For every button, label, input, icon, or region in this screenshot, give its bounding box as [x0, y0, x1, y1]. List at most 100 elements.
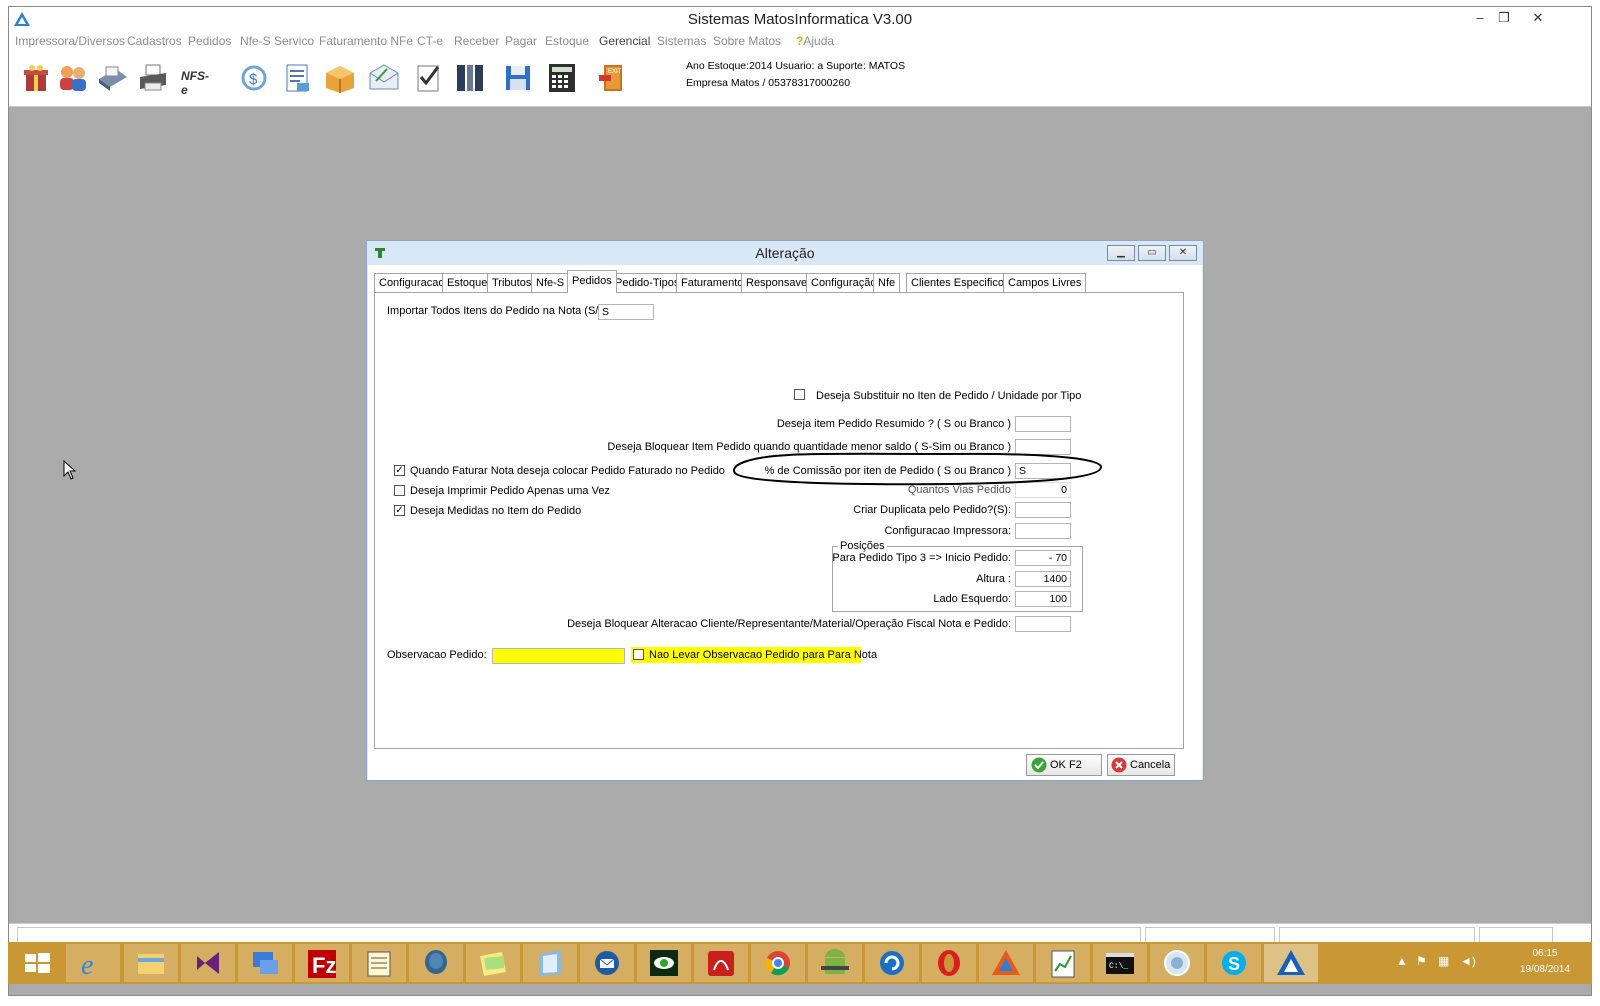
globe-icon[interactable] — [1150, 944, 1204, 982]
printer-icon[interactable] — [136, 61, 170, 95]
nfse-icon[interactable]: NFS-e — [181, 69, 215, 103]
postgresql-icon[interactable] — [409, 944, 463, 982]
visual-studio-icon[interactable] — [181, 944, 235, 982]
thunderbird-icon[interactable] — [580, 944, 634, 982]
filezilla-icon[interactable]: Fz — [295, 944, 349, 982]
quando-faturar-checkbox[interactable]: ✓ — [394, 465, 405, 476]
gift-icon[interactable] — [19, 61, 53, 95]
mail-icon[interactable] — [367, 61, 401, 95]
menu-ajuda[interactable]: ?Ajuda — [796, 34, 834, 48]
svg-text:Fz: Fz — [312, 953, 336, 978]
alteracao-dialog: Alteração ▁ ▭ ✕ Configuracao Estoque Tri… — [366, 240, 1204, 781]
document-icon[interactable] — [281, 61, 315, 95]
word-icon[interactable] — [523, 944, 577, 982]
tab-responsavel[interactable]: Responsavel — [741, 273, 815, 293]
tab-tributos[interactable]: Tributos — [487, 273, 537, 293]
menu-gerencial[interactable]: Gerencial — [599, 34, 650, 48]
bloquear-alteracao-input[interactable] — [1015, 616, 1071, 632]
skype-icon[interactable]: S — [1207, 944, 1261, 982]
notepad-icon[interactable] — [352, 944, 406, 982]
users-icon[interactable] — [56, 61, 90, 95]
altura-input[interactable]: 1400 — [1015, 571, 1071, 587]
tab-nfe-s[interactable]: Nfe-S — [531, 273, 570, 293]
duplicata-input[interactable] — [1015, 502, 1071, 518]
network-icon[interactable]: ▦ — [1438, 954, 1449, 968]
svg-text:S: S — [1228, 954, 1240, 974]
refresh-app-icon[interactable] — [865, 944, 919, 982]
chrome-icon[interactable] — [751, 944, 805, 982]
config-impressora-label: Configuracao Impressora: — [884, 525, 1011, 537]
tab-configuracao[interactable]: Configuracao — [374, 273, 450, 293]
dialog-body: Configuracao Estoque Tributos Nfe-S Pedi… — [368, 265, 1202, 780]
menu-impressora[interactable]: Impressora/Diversos — [15, 34, 125, 48]
medidas-check-mark: ✓ — [395, 505, 404, 516]
package-icon[interactable] — [323, 61, 357, 95]
menu-receber[interactable]: Receber — [454, 34, 499, 48]
menu-cte[interactable]: CT-e — [417, 34, 443, 48]
ok-button[interactable]: OK F2 — [1026, 754, 1102, 776]
dialog-minimize-button[interactable]: ▁ — [1107, 245, 1135, 261]
tab-campos-livres[interactable]: Campos Livres — [1003, 273, 1087, 293]
flag-icon[interactable]: ⚑ — [1416, 954, 1427, 968]
scanner-icon[interactable] — [96, 61, 130, 95]
tipo3-input[interactable]: - 70 — [1015, 550, 1071, 566]
windows-start-icon[interactable] — [10, 944, 64, 982]
tab-faturamento[interactable]: Faturamento — [676, 273, 749, 293]
menu-pagar[interactable]: Pagar — [505, 34, 537, 48]
android-icon[interactable] — [808, 944, 862, 982]
altura-label: Altura : — [976, 573, 1011, 585]
menu-sistemas[interactable]: Sistemas — [657, 34, 706, 48]
file-explorer-icon[interactable] — [124, 944, 178, 982]
menu-nfe-servico[interactable]: Nfe-S Servico — [240, 34, 314, 48]
matos-app-icon[interactable] — [979, 944, 1033, 982]
tools-icon[interactable] — [453, 61, 487, 95]
eye-app-icon[interactable] — [637, 944, 691, 982]
menu-pedidos[interactable]: Pedidos — [188, 34, 231, 48]
imprimir-checkbox[interactable] — [394, 485, 405, 496]
checklist-icon[interactable] — [411, 61, 445, 95]
chart-app-icon[interactable] — [1036, 944, 1090, 982]
tab-clientes-especificos[interactable]: Clientes Especificos — [906, 273, 1015, 293]
nao-levar-checkbox[interactable] — [633, 649, 644, 660]
svg-text:$: $ — [249, 71, 258, 88]
close-button[interactable]: ✕ — [1523, 7, 1553, 29]
config-impressora-input[interactable] — [1015, 523, 1071, 539]
dollar-icon[interactable]: $ — [237, 61, 271, 95]
dialog-maximize-button[interactable]: ▭ — [1138, 245, 1166, 261]
cmd-icon[interactable]: C:\_ — [1093, 944, 1147, 982]
tab-estoque[interactable]: Estoque — [442, 273, 493, 293]
remote-desktop-icon[interactable] — [238, 944, 292, 982]
opera-icon[interactable] — [922, 944, 976, 982]
annotation-ellipse — [732, 452, 1103, 486]
save-icon[interactable] — [501, 61, 535, 95]
exit-icon[interactable]: EXIT — [595, 61, 629, 95]
menu-cadastros[interactable]: Cadastros — [127, 34, 182, 48]
medidas-checkbox[interactable]: ✓ — [394, 505, 405, 516]
acrobat-icon[interactable] — [694, 944, 748, 982]
lado-input[interactable]: 100 — [1015, 591, 1071, 607]
restore-button[interactable]: ❐ — [1489, 7, 1519, 29]
menu-sobre[interactable]: Sobre Matos — [713, 34, 781, 48]
substituir-checkbox[interactable] — [794, 389, 805, 400]
menu-estoque[interactable]: Estoque — [545, 34, 589, 48]
clock-date: 19/08/2014 — [1519, 964, 1570, 975]
tipo3-label: Para Pedido Tipo 3 => Inicio Pedido: — [832, 552, 1011, 564]
matos-active-icon[interactable] — [1264, 944, 1318, 982]
clock[interactable]: 06:15 19/08/2014 — [1520, 946, 1570, 978]
tab-nfe[interactable]: Nfe — [873, 273, 901, 293]
tab-configuracao-2[interactable]: Configuração — [806, 273, 882, 293]
menu-faturamento[interactable]: Faturamento NFe — [319, 34, 413, 48]
observacao-input[interactable] — [492, 648, 625, 664]
sticky-notes-icon[interactable] — [466, 944, 520, 982]
internet-explorer-icon[interactable]: e — [66, 944, 120, 982]
tray-expand-icon[interactable]: ▲ — [1396, 954, 1408, 968]
resumido-input[interactable] — [1015, 416, 1071, 432]
tab-pedidos[interactable]: Pedidos — [567, 270, 617, 293]
app-title: Sistemas MatosInformatica V3.00 — [687, 11, 913, 28]
dialog-close-button[interactable]: ✕ — [1169, 245, 1197, 261]
importar-input[interactable]: S — [598, 304, 654, 320]
tab-pedido-tipos[interactable]: Pedido-Tipos — [610, 273, 685, 293]
calculator-icon[interactable] — [545, 61, 579, 95]
cancel-button[interactable]: Cancela — [1107, 754, 1175, 776]
volume-icon[interactable]: ◄) — [1460, 954, 1476, 968]
